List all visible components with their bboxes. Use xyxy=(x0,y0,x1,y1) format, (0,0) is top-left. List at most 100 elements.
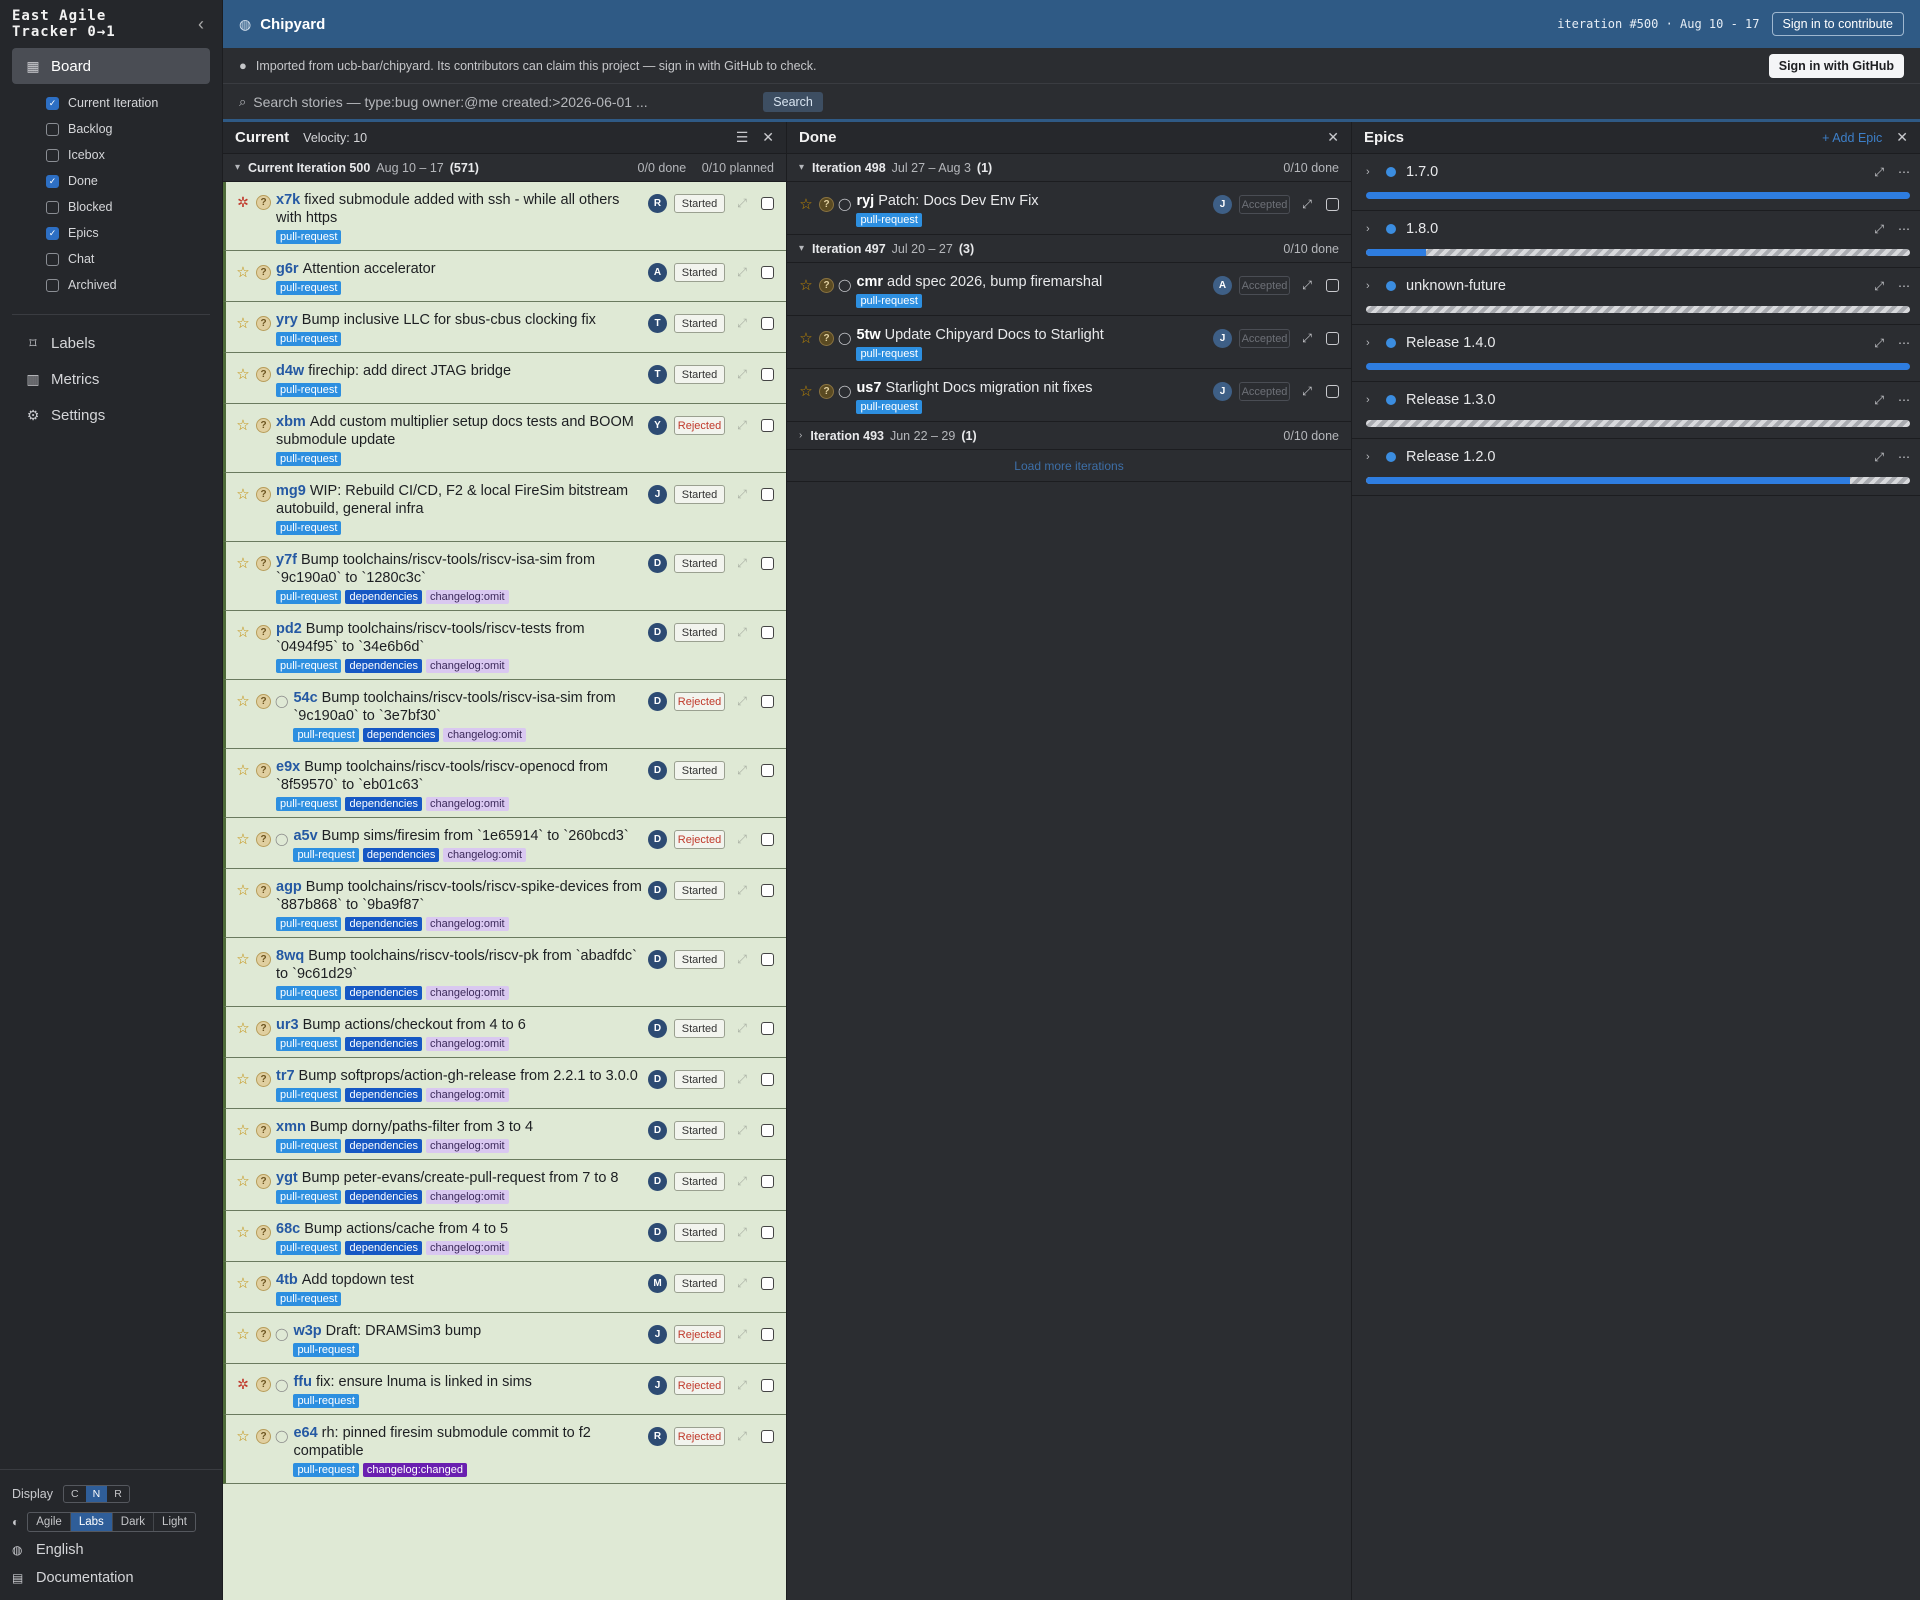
close-icon[interactable]: ✕ xyxy=(1896,129,1908,146)
story-id[interactable]: ur3 xyxy=(276,1017,299,1033)
state-button[interactable]: Rejected xyxy=(674,1376,725,1395)
avatar[interactable]: D xyxy=(648,554,667,573)
label-badge[interactable]: changelog:omit xyxy=(426,1139,509,1153)
state-button[interactable]: Rejected xyxy=(674,416,725,435)
expand-icon[interactable]: ⤢ xyxy=(735,1225,749,1240)
label-badge[interactable]: changelog:changed xyxy=(362,1463,467,1477)
story-card[interactable]: ☆? g6r Attention accelerator pull-request A S… xyxy=(223,251,786,302)
story-title[interactable]: 68c Bump actions/cache from 4 to 5 xyxy=(276,1220,648,1238)
label-badge[interactable]: pull-request xyxy=(276,1139,342,1153)
label-badge[interactable]: pull-request xyxy=(276,1241,342,1255)
expand-icon[interactable]: ⤢ xyxy=(735,487,749,502)
story-card[interactable]: ☆? ◯ w3p Draft: DRAMSim3 bump pull-request J R… xyxy=(223,1313,786,1364)
label-badge[interactable]: changelog:omit xyxy=(426,590,509,604)
estimate-unknown-icon[interactable]: ? xyxy=(256,1428,271,1444)
label-badge[interactable]: changelog:omit xyxy=(443,848,527,862)
estimate-unknown-icon[interactable]: ? xyxy=(256,831,271,847)
story-card[interactable]: ☆? ur3 Bump actions/checkout from 4 to 6 pu… xyxy=(223,1007,786,1058)
story-id[interactable]: g6r xyxy=(276,261,299,277)
label-badge[interactable]: dependencies xyxy=(345,1241,422,1255)
story-card[interactable]: ☆? ygt Bump peter-evans/create-pull-reques… xyxy=(223,1160,786,1211)
avatar[interactable]: J xyxy=(648,1376,667,1395)
star-icon[interactable]: ☆ xyxy=(234,314,252,332)
epic-name[interactable]: Release 1.3.0 xyxy=(1406,392,1860,408)
story-id[interactable]: ryj xyxy=(856,193,874,209)
label-badge[interactable]: pull-request xyxy=(276,797,342,811)
panel-menu-icon[interactable]: ☰ xyxy=(736,129,749,146)
story-title[interactable]: us7 Starlight Docs migration nit fixes xyxy=(856,379,1213,397)
estimate-unknown-icon[interactable]: ? xyxy=(256,1173,271,1189)
state-button[interactable]: Started xyxy=(674,365,725,384)
iteration-header[interactable]: ▾ Current Iteration 500 Aug 10 – 17 (571… xyxy=(223,154,786,182)
story-title[interactable]: ffu fix: ensure lnuma is linked in sims xyxy=(293,1373,648,1391)
checkbox[interactable] xyxy=(46,122,59,136)
state-button[interactable]: Started xyxy=(674,485,725,504)
checkbox[interactable] xyxy=(46,252,59,266)
story-title[interactable]: ur3 Bump actions/checkout from 4 to 6 xyxy=(276,1016,648,1034)
more-icon[interactable]: ⋯ xyxy=(1898,336,1910,350)
state-button[interactable]: Rejected xyxy=(674,692,725,711)
label-badge[interactable]: dependencies xyxy=(362,848,440,862)
story-id[interactable]: e9x xyxy=(276,759,300,775)
story-id[interactable]: ygt xyxy=(276,1170,298,1186)
add-epic-button[interactable]: + Add Epic xyxy=(1822,131,1882,145)
select-checkbox[interactable] xyxy=(761,557,774,570)
select-checkbox[interactable] xyxy=(761,1175,774,1188)
epic-item[interactable]: › Release 1.2.0 ⤢ ⋯ xyxy=(1352,439,1920,496)
label-badge[interactable]: pull-request xyxy=(276,1088,342,1102)
collapse-sidebar-icon[interactable]: ‹ xyxy=(192,12,210,37)
expand-icon[interactable]: ⤢ xyxy=(735,1276,749,1291)
label-badge[interactable]: pull-request xyxy=(276,452,342,466)
checkbox[interactable] xyxy=(46,200,59,214)
story-title[interactable]: ygt Bump peter-evans/create-pull-request … xyxy=(276,1169,648,1187)
label-badge[interactable]: changelog:omit xyxy=(426,1037,509,1051)
story-card[interactable]: ☆? yry Bump inclusive LLC for sbus-cbus cl… xyxy=(223,302,786,353)
label-badge[interactable]: dependencies xyxy=(345,590,422,604)
story-title[interactable]: w3p Draft: DRAMSim3 bump xyxy=(293,1322,648,1340)
select-checkbox[interactable] xyxy=(761,317,774,330)
avatar[interactable]: D xyxy=(648,881,667,900)
story-card[interactable]: ☆? ◯ cmr add spec 2026, bump firemarshal pul… xyxy=(787,263,1351,316)
board-toggle-chat[interactable]: Chat xyxy=(46,246,222,272)
state-button[interactable]: Accepted xyxy=(1239,329,1290,348)
state-button[interactable]: Started xyxy=(674,314,725,333)
story-card[interactable]: ☆? agp Bump toolchains/riscv-tools/riscv-s… xyxy=(223,869,786,938)
expand-icon[interactable]: ⤢ xyxy=(1300,331,1314,346)
expand-icon[interactable]: ⤢ xyxy=(735,1378,749,1393)
avatar[interactable]: R xyxy=(648,194,667,213)
state-button[interactable]: Started xyxy=(674,623,725,642)
story-id[interactable]: agp xyxy=(276,879,302,895)
story-id[interactable]: xmn xyxy=(276,1119,306,1135)
star-icon[interactable]: ☆ xyxy=(234,1274,252,1292)
label-badge[interactable]: pull-request xyxy=(276,332,342,346)
avatar[interactable]: T xyxy=(648,314,667,333)
expand-icon[interactable]: ⤢ xyxy=(1300,278,1314,293)
label-badge[interactable]: changelog:omit xyxy=(426,1088,509,1102)
expand-icon[interactable]: ⤢ xyxy=(735,625,749,640)
star-icon[interactable]: ☆ xyxy=(234,692,252,710)
story-card[interactable]: ☆? ◯ e64 rh: pinned firesim submodule commi… xyxy=(223,1415,786,1484)
theme-option-dark[interactable]: Dark xyxy=(113,1513,155,1531)
expand-icon[interactable]: ⤢ xyxy=(1874,393,1884,408)
expand-icon[interactable]: ⤢ xyxy=(735,1021,749,1036)
estimate-unknown-icon[interactable]: ? xyxy=(819,196,834,212)
estimate-unknown-icon[interactable]: ? xyxy=(256,1326,271,1342)
expand-icon[interactable]: ⤢ xyxy=(735,265,749,280)
expand-icon[interactable]: ⤢ xyxy=(735,316,749,331)
epic-item[interactable]: › unknown-future ⤢ ⋯ xyxy=(1352,268,1920,325)
label-badge[interactable]: changelog:omit xyxy=(426,917,509,931)
avatar[interactable]: R xyxy=(648,1427,667,1446)
sidebar-item-labels[interactable]: ⌑ Labels xyxy=(12,325,210,361)
story-title[interactable]: yry Bump inclusive LLC for sbus-cbus cloc… xyxy=(276,311,648,329)
expand-icon[interactable]: ⤢ xyxy=(735,556,749,571)
brand-logo[interactable]: East Agile Tracker 0→1 xyxy=(12,8,116,40)
chevron-right-icon[interactable]: › xyxy=(1366,337,1378,349)
state-button[interactable]: Started xyxy=(674,1121,725,1140)
avatar[interactable]: D xyxy=(648,1172,667,1191)
chevron-right-icon[interactable]: › xyxy=(1366,280,1378,292)
more-icon[interactable]: ⋯ xyxy=(1898,165,1910,179)
avatar[interactable]: T xyxy=(648,365,667,384)
more-icon[interactable]: ⋯ xyxy=(1898,450,1910,464)
story-title[interactable]: tr7 Bump softprops/action-gh-release from… xyxy=(276,1067,648,1085)
state-button[interactable]: Accepted xyxy=(1239,276,1290,295)
